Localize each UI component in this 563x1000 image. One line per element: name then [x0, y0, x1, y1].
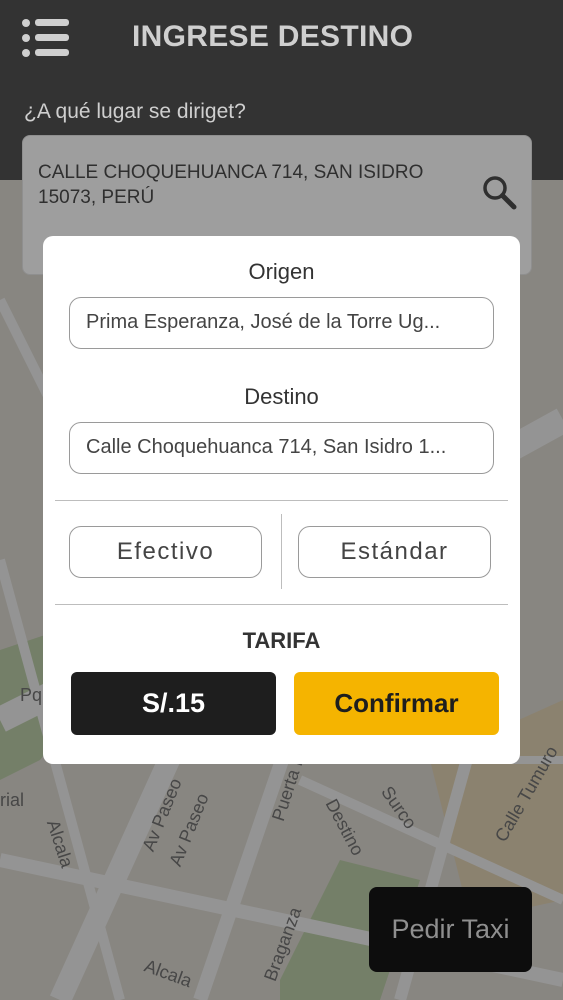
page-title: INGRESE DESTINO — [132, 20, 414, 53]
divider — [281, 514, 282, 589]
destination-prompt: ¿A qué lugar se diriget? — [24, 100, 246, 123]
service-type-button[interactable]: Estándar — [298, 526, 491, 578]
trip-confirmation-dialog: Origen Prima Esperanza, José de la Torre… — [43, 236, 520, 764]
request-taxi-button[interactable]: Pedir Taxi — [369, 887, 532, 972]
fare-label: TARIFA — [242, 628, 321, 653]
payment-method-button[interactable]: Efectivo — [69, 526, 262, 578]
fare-value: S/.15 — [71, 672, 276, 735]
search-icon[interactable] — [479, 172, 519, 212]
divider — [55, 604, 508, 605]
destination-label: Destino — [244, 384, 319, 409]
divider — [55, 500, 508, 501]
confirm-button[interactable]: Confirmar — [294, 672, 499, 735]
origin-label: Origen — [248, 259, 315, 284]
search-value: CALLE CHOQUEHUANCA 714, SAN ISIDRO 15073… — [38, 162, 424, 208]
origin-field[interactable]: Prima Esperanza, José de la Torre Ug... — [69, 297, 494, 349]
menu-icon[interactable] — [22, 18, 72, 58]
destination-field[interactable]: Calle Choquehuanca 714, San Isidro 1... — [69, 422, 494, 474]
